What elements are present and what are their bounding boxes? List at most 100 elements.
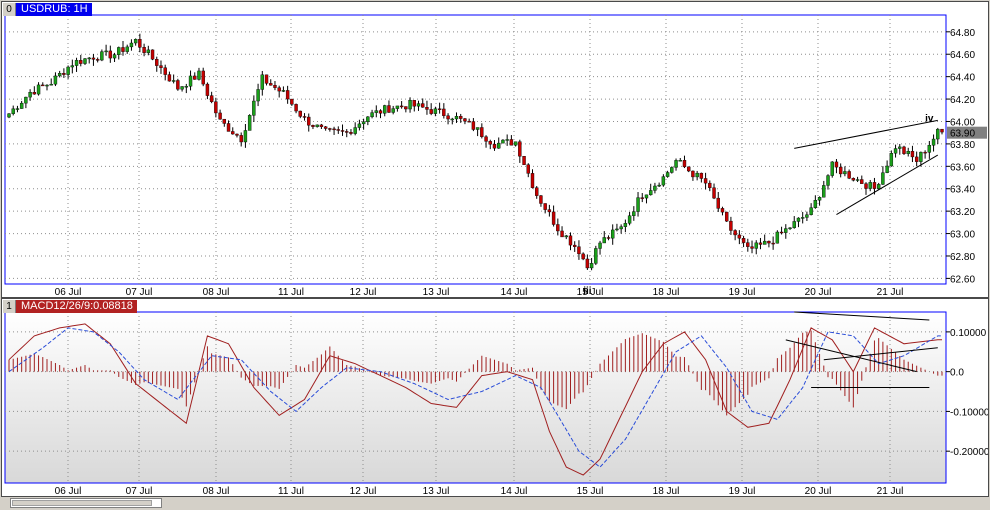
candle-up — [868, 182, 872, 189]
candle-down — [703, 178, 708, 184]
candle-down — [138, 39, 142, 48]
candle-down — [940, 128, 944, 133]
candle-down — [205, 83, 210, 96]
macd-y-tick-label: 0.0 — [950, 368, 964, 379]
wave-label: iv — [925, 114, 934, 125]
price-y-tick-label: 62.60 — [950, 274, 975, 285]
candle-down — [459, 116, 463, 119]
price-chart-title: USDRUB: 1H — [3, 3, 92, 16]
candle-up — [792, 221, 796, 229]
candle-up — [357, 123, 362, 128]
candle-down — [724, 211, 729, 222]
candle-up — [889, 153, 894, 167]
candle-down — [518, 141, 522, 157]
candle-up — [513, 141, 518, 146]
candle-up — [395, 105, 400, 109]
candle-up — [45, 84, 49, 87]
price-x-tick-label: 13 Jul — [423, 287, 450, 297]
candle-down — [720, 208, 725, 213]
macd-x-tick-label: 20 Jul — [805, 486, 832, 496]
candle-down — [539, 195, 543, 204]
candle-up — [876, 184, 881, 189]
candle-down — [349, 131, 353, 134]
candle-down — [264, 74, 269, 84]
candle-down — [209, 95, 214, 102]
macd-chart-panel[interactable]: 06 Jul 07 Jul 08 Jul 11 Jul 12 Jul 13 Jul 14 J… — [1, 298, 989, 497]
candle-down — [480, 127, 484, 137]
candle-up — [788, 227, 792, 230]
candle-up — [361, 121, 366, 125]
macd-x-tick-label: 13 Jul — [423, 486, 450, 496]
current-price-label: 63.90 — [950, 129, 975, 140]
candle-up — [383, 105, 387, 114]
candle-up — [843, 171, 847, 175]
candle-down — [429, 109, 433, 114]
candle-down — [235, 133, 239, 136]
candle-down — [121, 47, 125, 52]
candle-down — [336, 129, 340, 131]
candle-up — [661, 176, 666, 186]
price-chart[interactable]: 06 Jul 07 Jul 08 Jul 11 Jul 12 Jul 13 Jul 14 J… — [2, 2, 988, 297]
candle-up — [125, 46, 129, 52]
candle-down — [492, 144, 497, 149]
candle-down — [860, 179, 864, 184]
candle-down — [585, 258, 590, 269]
horizontal-scrollbar[interactable] — [10, 498, 162, 508]
candle-down — [750, 246, 754, 249]
macd-x-tick-label: 19 Jul — [729, 486, 756, 496]
candle-down — [640, 197, 644, 199]
candle-up — [830, 161, 834, 176]
price-y-tick-label: 63.20 — [950, 207, 975, 218]
candle-down — [779, 231, 784, 234]
candle-up — [49, 83, 53, 86]
candle-up — [881, 172, 885, 185]
price-trendline[interactable] — [794, 119, 938, 149]
candle-down — [239, 135, 243, 143]
macd-chart[interactable]: 06 Jul 07 Jul 08 Jul 11 Jul 12 Jul 13 Jul 14 J… — [2, 299, 988, 496]
scrollbar-thumb[interactable] — [12, 500, 152, 506]
candle-up — [53, 75, 58, 85]
candle-down — [323, 126, 328, 129]
price-panel-index[interactable]: 0 — [3, 3, 16, 16]
candle-down — [606, 237, 611, 239]
candle-up — [11, 108, 15, 114]
candle-down — [218, 112, 222, 120]
macd-y-tick-label: 0.10000 — [950, 328, 987, 339]
candle-up — [623, 223, 628, 227]
candle-down — [159, 65, 163, 68]
candle-down — [746, 242, 750, 247]
price-y-tick-label: 64.60 — [950, 50, 975, 61]
candle-up — [611, 229, 615, 239]
candle-up — [632, 211, 636, 216]
candle-down — [733, 230, 737, 236]
candle-up — [83, 58, 87, 64]
candle-up — [70, 65, 75, 68]
candle-up — [374, 110, 378, 113]
candle-down — [446, 115, 450, 120]
candle-down — [442, 108, 446, 116]
macd-x-tick-label: 21 Jul — [877, 486, 904, 496]
price-y-tick-label: 64.20 — [950, 95, 975, 106]
candle-down — [298, 110, 302, 117]
candle-down — [543, 203, 547, 210]
candle-up — [433, 108, 438, 114]
candle-up — [501, 139, 505, 144]
candle-up — [74, 60, 79, 66]
macd-panel-index[interactable]: 1 — [3, 300, 16, 313]
candle-up — [505, 139, 509, 141]
candle-up — [906, 151, 910, 154]
candle-up — [619, 226, 623, 230]
candle-up — [653, 185, 657, 191]
macd-x-tick-label: 11 Jul — [278, 486, 304, 496]
candle-down — [902, 146, 906, 154]
price-chart-panel[interactable]: 06 Jul 07 Jul 08 Jul 11 Jul 12 Jul 13 Jul 14 J… — [1, 1, 989, 298]
candle-down — [62, 73, 66, 75]
macd-x-tick-label: 08 Jul — [203, 486, 230, 496]
candle-up — [497, 142, 501, 149]
candle-up — [615, 228, 619, 231]
candle-down — [345, 131, 349, 133]
candle-up — [754, 242, 758, 249]
price-x-tick-label: 11 Jul — [278, 287, 304, 297]
candle-up — [898, 146, 902, 149]
candle-down — [404, 106, 408, 110]
